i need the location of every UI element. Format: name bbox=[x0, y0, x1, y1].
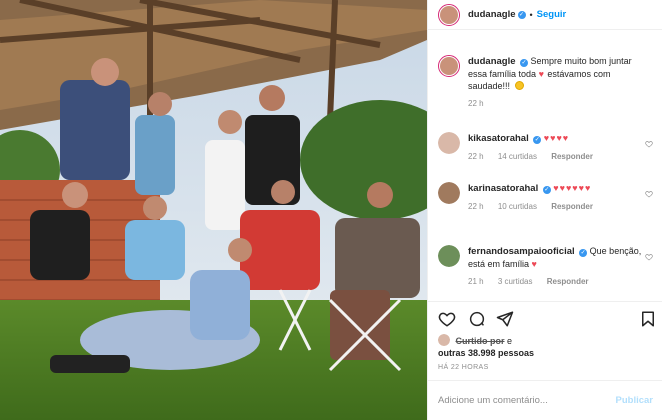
comment-text: ♥♥♥♥♥♥ bbox=[553, 183, 592, 193]
verified-icon: ✓ bbox=[579, 249, 588, 257]
like-comment-heart-icon[interactable] bbox=[645, 190, 653, 198]
comment-time[interactable]: 22 h bbox=[468, 202, 484, 211]
caption-time[interactable]: 22 h bbox=[468, 99, 484, 108]
author-username[interactable]: dudanagle bbox=[468, 9, 516, 20]
verified-icon: ✓ bbox=[533, 136, 542, 144]
post-photo[interactable] bbox=[0, 0, 427, 420]
comment-text: ♥♥♥♥ bbox=[543, 133, 570, 143]
likes-count[interactable]: outras 38.998 pessoas bbox=[438, 348, 534, 358]
comment-item: fernandosampaiooficial ✓ Que benção, est… bbox=[438, 245, 653, 288]
verified-icon: ✓ bbox=[517, 10, 526, 19]
like-comment-heart-icon[interactable] bbox=[645, 253, 653, 261]
comment-item: karinasatorahal ✓ ♥♥♥♥♥♥ 22 h 10 curtida… bbox=[438, 182, 653, 213]
author-avatar[interactable] bbox=[438, 3, 460, 26]
bookmark-icon[interactable] bbox=[639, 310, 657, 328]
publish-button[interactable]: Publicar bbox=[616, 395, 654, 406]
heart-icon[interactable] bbox=[438, 310, 456, 328]
like-comment-heart-icon[interactable] bbox=[645, 140, 653, 148]
sun-emoji-icon bbox=[514, 81, 524, 90]
author-avatar[interactable] bbox=[438, 55, 460, 77]
likes-conj: e bbox=[507, 336, 513, 346]
separator-dot: • bbox=[529, 9, 533, 20]
commenter-avatar[interactable] bbox=[438, 132, 460, 154]
likes-prefix: Curtido por bbox=[455, 336, 505, 346]
caption: dudanagle ✓ Sempre muito bom juntar essa… bbox=[438, 55, 653, 110]
comment-username[interactable]: kikasatorahal bbox=[468, 133, 529, 144]
comment-username[interactable]: fernandosampaiooficial bbox=[468, 246, 575, 257]
reply-button[interactable]: Responder bbox=[551, 152, 593, 161]
post-timestamp[interactable]: HÁ 22 HORAS bbox=[438, 364, 489, 371]
commenter-avatar[interactable] bbox=[438, 182, 460, 204]
reply-button[interactable]: Responder bbox=[551, 202, 593, 211]
liker-avatar[interactable] bbox=[438, 334, 450, 346]
comment-input[interactable] bbox=[438, 395, 616, 406]
comment-icon[interactable] bbox=[468, 310, 486, 328]
share-icon[interactable] bbox=[496, 310, 514, 328]
reply-button[interactable]: Responder bbox=[547, 277, 589, 286]
commenter-avatar[interactable] bbox=[438, 245, 460, 267]
comment-time[interactable]: 21 h bbox=[468, 277, 484, 286]
heart-emoji-icon: ♥ bbox=[531, 259, 538, 269]
family-photo-illustration bbox=[0, 0, 427, 420]
heart-emoji-icon: ♥ bbox=[538, 69, 545, 79]
action-bar bbox=[428, 301, 662, 337]
add-comment-bar: Publicar bbox=[428, 380, 662, 420]
comments-list[interactable]: dudanagle ✓ Sempre muito bom juntar essa… bbox=[428, 31, 662, 301]
follow-button[interactable]: Seguir bbox=[537, 9, 567, 20]
caption-username[interactable]: dudanagle bbox=[468, 56, 516, 67]
comment-username[interactable]: karinasatorahal bbox=[468, 183, 538, 194]
comment-time[interactable]: 22 h bbox=[468, 152, 484, 161]
comment-likes[interactable]: 10 curtidas bbox=[498, 202, 537, 211]
post-sidebar: dudanagle ✓ • Seguir dudanagle ✓ Sempre … bbox=[427, 0, 662, 420]
post-header: dudanagle ✓ • Seguir bbox=[428, 0, 662, 30]
verified-icon: ✓ bbox=[520, 59, 529, 67]
likes-summary: Curtido por e outras 38.998 pessoas bbox=[438, 334, 653, 359]
comment-likes[interactable]: 14 curtidas bbox=[498, 152, 537, 161]
comment-likes[interactable]: 3 curtidas bbox=[498, 277, 533, 286]
verified-icon: ✓ bbox=[542, 186, 551, 194]
comment-item: kikasatorahal ✓ ♥♥♥♥ 22 h 14 curtidas Re… bbox=[438, 132, 653, 163]
